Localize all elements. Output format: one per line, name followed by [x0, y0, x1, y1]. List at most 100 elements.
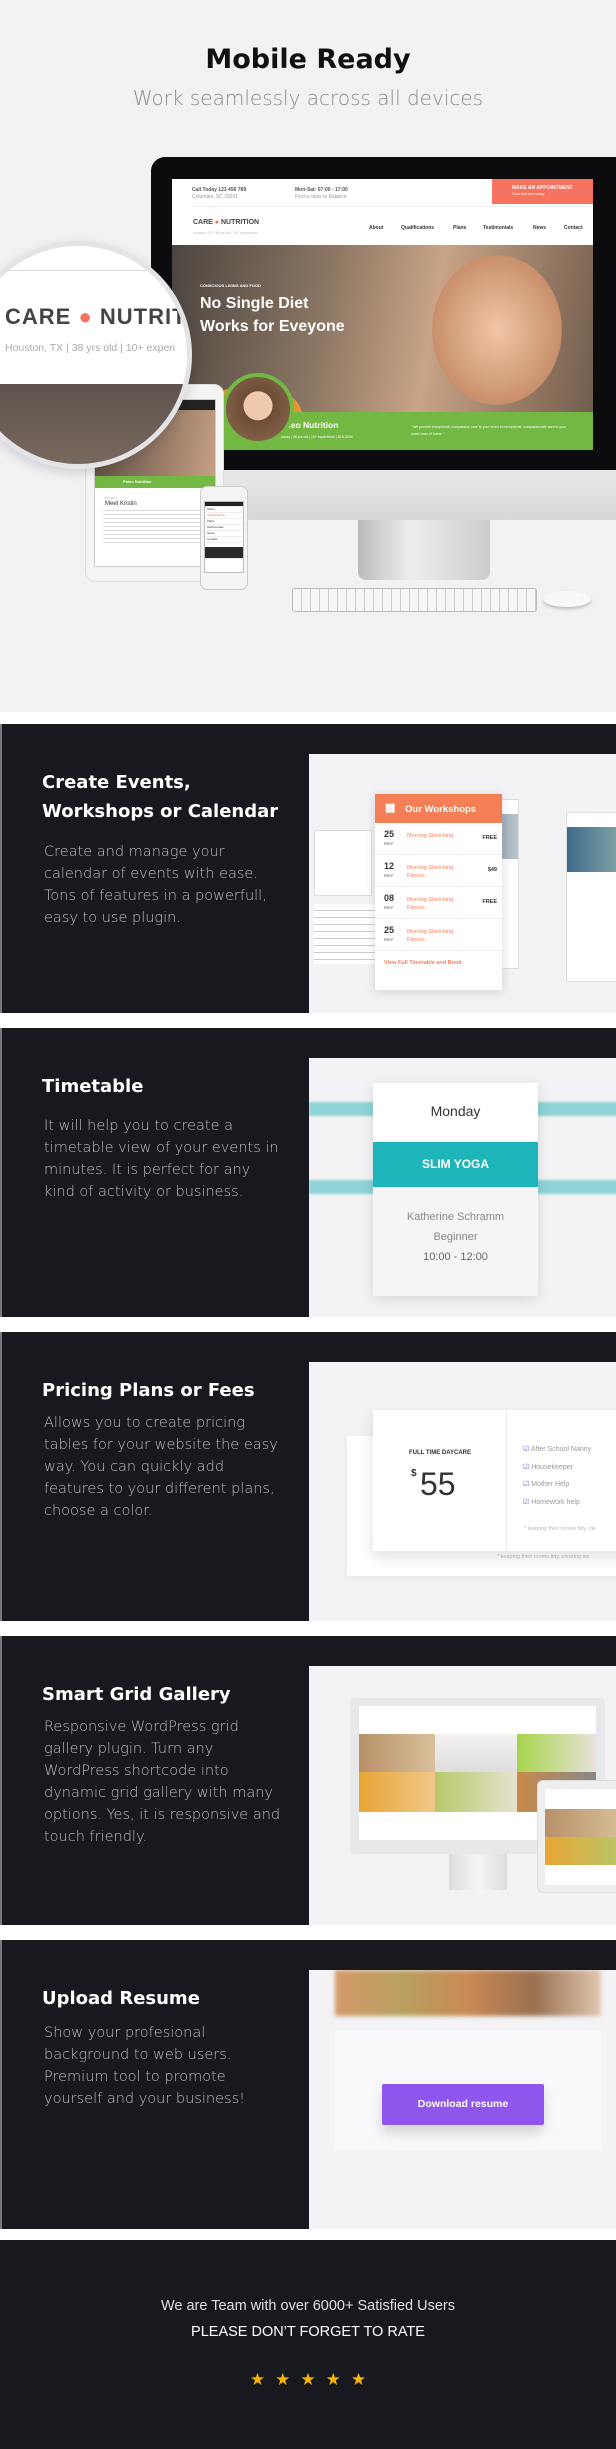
workshop-month: MAY	[384, 873, 394, 878]
nav-about[interactable]: About	[369, 225, 383, 231]
timetable-card: Monday SLIM YOGA Katherine Schramm Begin…	[373, 1083, 538, 1296]
footer-users-text: We are Team with over 6000+ Satisfied Us…	[160, 2298, 456, 2314]
workshop-price: FREE	[482, 835, 497, 841]
phone-device: About Qualifications Plans Testimonials …	[200, 486, 248, 590]
keyboard	[292, 588, 537, 612]
check-icon: ☑	[523, 1463, 530, 1471]
workshop-name: Morning Stretching	[407, 833, 454, 839]
feature-timetable: Timetable It will help you to create a t…	[0, 1028, 616, 1317]
nav-testimonials[interactable]: Testimonials	[483, 225, 513, 231]
feature-description: Create and manage your calendar of event…	[44, 844, 267, 926]
pricing-note-back: * keeping their rooms tidy, clearing aw	[497, 1554, 590, 1560]
blurred-page	[314, 830, 372, 896]
timetable-preview: Monday SLIM YOGA Katherine Schramm Begin…	[309, 1058, 616, 1317]
gallery-photo[interactable]	[435, 1772, 517, 1812]
download-resume-button[interactable]: Download resume	[382, 2084, 544, 2125]
pricing-feature: ☑ Housekeeper	[523, 1459, 591, 1477]
nav-news[interactable]: News	[533, 225, 546, 231]
workshop-month: MAY	[384, 905, 394, 910]
phone-banner	[205, 547, 243, 559]
timetable-instructor: Katherine Schramm	[406, 1211, 505, 1223]
check-icon: ☑	[523, 1481, 530, 1488]
woman-photo	[432, 255, 562, 405]
mobile-ready-section: Mobile Ready Work seamlessly across all …	[0, 0, 616, 712]
gallery-tablet-screen	[545, 1789, 616, 1885]
hero-banner: CONSCIOUS LIVING AND FOOD No Single Diet…	[172, 245, 593, 450]
feature-label: Homework help	[531, 1498, 580, 1506]
feature-pricing: Pricing Plans or Fees Allows you to crea…	[0, 1332, 616, 1621]
workshop-price: FREE	[482, 899, 497, 905]
logo-text: CARE	[5, 304, 72, 329]
workshops-widget: ▦ Our Workshops 25 MAY Morning Stretching FR…	[375, 794, 502, 990]
tablet-kicker: My Story	[105, 496, 117, 500]
profile-sub: Lindsay | 38 yrs old | 10+ experience | …	[278, 435, 353, 439]
gallery-photo[interactable]	[435, 1734, 517, 1772]
divider	[192, 206, 592, 207]
star-icon[interactable]: ★	[275, 2370, 290, 2389]
star-icon[interactable]: ★	[250, 2370, 265, 2389]
pricing-note: * keeping their rooms tidy, cle	[524, 1526, 596, 1532]
workshop-row[interactable]: 12 MAY Morning Stretching Fitness $49	[375, 855, 502, 887]
hero-kicker: CONSCIOUS LIVING AND FOOD	[200, 283, 261, 288]
workshop-day: 12	[384, 861, 395, 871]
profile-avatar	[222, 373, 294, 445]
nav-plans[interactable]: Plans	[453, 225, 466, 231]
gallery-photo	[545, 1837, 616, 1865]
pricing-feature: ☑ Homework help	[523, 1494, 591, 1512]
events-preview: ▦ Our Workshops 25 MAY Morning Stretching FR…	[309, 754, 616, 1013]
star-icon[interactable]: ★	[351, 2370, 366, 2389]
magnified-hero	[0, 384, 187, 464]
nav-contact[interactable]: Contact	[564, 225, 583, 231]
pricing-feature: ☑ After School Nanny	[523, 1441, 591, 1459]
timetable-day: Monday	[373, 1083, 538, 1142]
timetable-event[interactable]: SLIM YOGA	[373, 1142, 538, 1187]
workshop-month: MAY	[384, 937, 394, 942]
gallery-photo[interactable]	[517, 1734, 596, 1772]
mouse	[543, 591, 591, 607]
feature-gallery: Smart Grid Gallery Responsive WordPress …	[0, 1636, 616, 1925]
feature-description: Responsive WordPress grid gallery plugin…	[44, 1719, 281, 1845]
gallery-monitor-stand	[449, 1854, 507, 1890]
appointment-button[interactable]: MAKE AN APPOINTMENT Connect me today	[492, 179, 593, 204]
workshop-day: 08	[384, 893, 395, 903]
monitor-stand	[358, 520, 490, 580]
pricing-card: FULL TIME DAYCARE $ 55 ☑ After School Na…	[373, 1410, 616, 1551]
workshop-name: Morning Stretching Fitness	[407, 865, 454, 879]
gallery-tablet	[537, 1780, 616, 1893]
gallery-photo[interactable]	[359, 1772, 435, 1812]
check-icon: ☑	[523, 1446, 530, 1453]
blurred-photo-strip	[335, 1970, 601, 2016]
view-timetable-link[interactable]: View Full Timetable and Book	[375, 951, 502, 966]
apple-icon: ●	[78, 304, 93, 329]
star-rating[interactable]: ★ ★ ★ ★ ★	[0, 2370, 616, 2390]
pricing-feature: ☑ Mother Help	[523, 1476, 591, 1494]
section-subtitle: Work seamlessly across all devices	[132, 86, 484, 110]
star-icon[interactable]: ★	[326, 2370, 341, 2389]
logo-subtitle: Houston, TX | 38 yrs old | 10+ experienc…	[193, 231, 258, 235]
workshop-row[interactable]: 25 MAY Morning Stretching FREE	[375, 823, 502, 855]
appointment-sub: Connect me today	[512, 191, 545, 196]
logo-text: NUTRITION	[220, 219, 260, 226]
workshop-day: 25	[384, 925, 395, 935]
magnified-subtitle: Houston, TX | 38 yrs old | 10+ experi	[5, 342, 176, 354]
hero-headline-2: Works for Eveyone	[200, 318, 345, 335]
workshop-row[interactable]: 25 MAY Morning Stretching Fitness	[375, 919, 502, 951]
gallery-photo[interactable]	[359, 1734, 435, 1772]
magnified-logo: CARE ● NUTRITIC	[5, 304, 187, 330]
workshop-row[interactable]: 08 MAY Morning Stretching Fitness FREE	[375, 887, 502, 919]
phone-screen: About Qualifications Plans Testimonials …	[204, 501, 244, 573]
currency: $	[411, 1468, 417, 1479]
check-icon: ☑	[523, 1498, 530, 1506]
website-preview: Call Today 123 456 789 Columbia, SC 2920…	[172, 179, 593, 450]
hours-sub: Find a class to Balance	[295, 194, 347, 200]
blurred-page	[566, 812, 616, 982]
workshop-day: 25	[384, 829, 395, 839]
workshop-name: Morning Stretching Fitness	[407, 929, 454, 943]
logo[interactable]: CARE ● NUTRITION	[193, 219, 259, 226]
nav-qualifications[interactable]: Qualifications	[401, 225, 434, 231]
footer-rate-text: PLEASE DON’T FORGET TO RATE	[191, 2324, 425, 2340]
star-icon[interactable]: ★	[300, 2370, 315, 2389]
gallery-preview	[309, 1666, 616, 1925]
blurred-photo	[567, 827, 616, 872]
phone-nav-item[interactable]: Contact	[205, 537, 243, 543]
